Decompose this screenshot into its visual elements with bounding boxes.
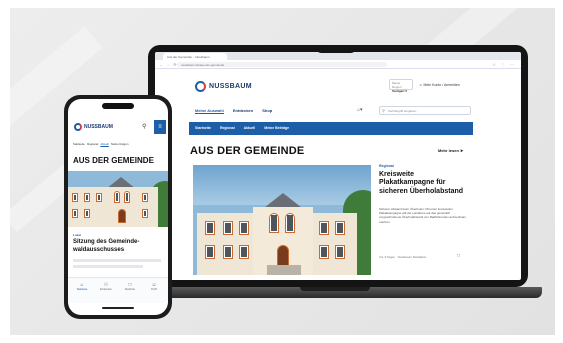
bottom-nav-label: Profil <box>151 288 157 291</box>
login-label: Mein Konto / Anmelden <box>423 83 460 87</box>
laptop-hinge <box>300 287 370 291</box>
logo-icon[interactable] <box>195 81 206 92</box>
discover-tab-icon[interactable]: ☉ Entdecken <box>98 282 114 291</box>
phone-logo[interactable]: NUSSBAUM <box>84 124 113 130</box>
phone-article-title[interactable]: Sitzung des Gemeinde-waldausschusses <box>73 239 161 254</box>
phone-dynamic-island <box>102 103 134 109</box>
phone-nav-aktuell[interactable]: Aktuell <box>100 142 108 146</box>
profile-tab-icon[interactable]: ☺ Profil <box>146 282 162 291</box>
site-logo[interactable]: NUSSBAUM <box>209 83 252 90</box>
arrow-right-icon: ➤ <box>460 148 464 153</box>
more-link[interactable]: Mehr lesen ➤ <box>438 148 463 153</box>
category-startseite[interactable]: Startseite <box>195 126 211 130</box>
browser-tabbar: Aus der Gemeinde – Nussbaum <box>155 52 521 60</box>
home-tab-icon[interactable]: ⌂ Startseite <box>74 282 90 291</box>
phone-nav-regional[interactable]: Regional <box>87 142 98 146</box>
region-selector[interactable]: Meine Region Stuttgart ▾ <box>389 79 413 93</box>
phone-screen: NUSSBAUM ⚲ ≡ Startseite Regional Aktuell… <box>68 99 168 315</box>
home-icon[interactable]: ⌂▾ <box>357 107 363 113</box>
menu-icon[interactable]: ≡ <box>154 120 166 134</box>
tab-meine-auswahl[interactable]: Meine Auswahl <box>195 108 224 114</box>
login-link[interactable]: ☺ Mein Konto / Anmelden <box>419 83 460 87</box>
phone-nav-meine-region[interactable]: Meine Region <box>111 142 128 146</box>
bookmark-icon[interactable]: □ <box>457 253 460 259</box>
article-kicker: Regional <box>379 164 394 168</box>
phone-text-line <box>73 265 143 268</box>
article-teaser: Sicherer Abstand beim Überholen: Mit ein… <box>379 207 467 224</box>
phone-article-image[interactable] <box>68 171 168 227</box>
bottom-nav-label: Entdecken <box>100 288 112 291</box>
bookmark-tab-icon[interactable]: □ Merkliste <box>122 282 138 291</box>
category-bar: Startseite Regional Aktuell Meine Beiträ… <box>189 122 473 135</box>
browser-tab[interactable]: Aus der Gemeinde – Nussbaum <box>163 53 227 60</box>
section-title: AUS DER GEMEINDE <box>190 145 305 157</box>
article-meta: Vor 3 Tagen · Nussbaum Redaktion <box>379 255 427 259</box>
phone-section-title: AUS DER GEMEINDE <box>73 156 154 165</box>
region-label: Meine Region <box>392 81 402 89</box>
home-indicator <box>102 307 134 309</box>
browser-toolbar: ← → ⟳ ⌂ nussbaum.de/aus-der-gemeinde ☆ ⋮… <box>155 60 521 69</box>
tab-entdecken[interactable]: Entdecken <box>233 108 253 113</box>
search-placeholder: Suchbegriff eingeben <box>388 109 417 113</box>
main-tabs: Meine Auswahl Entdecken Shop <box>195 108 280 114</box>
search-icon: ⚲ <box>382 108 385 113</box>
address-bar[interactable]: nussbaum.de/aus-der-gemeinde <box>177 62 387 67</box>
laptop-screen: Aus der Gemeinde – Nussbaum ← → ⟳ ⌂ nuss… <box>155 52 521 280</box>
phone-search-icon[interactable]: ⚲ <box>142 123 146 130</box>
phone-nav: Startseite Regional Aktuell Meine Region <box>73 142 128 146</box>
more-label: Mehr lesen <box>438 148 459 153</box>
article-title[interactable]: Kreisweite Plakatkampagne für sicheren Ü… <box>379 171 471 196</box>
category-aktuell[interactable]: Aktuell <box>244 126 256 130</box>
browser-tool-icons[interactable]: ☆ ⋮ ⋯ <box>492 62 516 67</box>
phone-logo-icon[interactable] <box>74 123 82 131</box>
search-input[interactable]: ⚲ Suchbegriff eingeben <box>379 106 471 115</box>
phone-bottom-nav: ⌂ Startseite ☉ Entdecken □ Merkliste ☺ Profi… <box>68 277 168 303</box>
category-meine-beitraege[interactable]: Meine Beiträge <box>264 126 289 130</box>
region-value: Stuttgart ▾ <box>392 89 407 93</box>
phone-article-kicker: Lokal <box>73 233 81 237</box>
phone-nav-startseite[interactable]: Startseite <box>73 142 85 146</box>
article-hero-image[interactable] <box>193 165 371 275</box>
bottom-nav-label: Startseite <box>76 288 88 291</box>
phone-text-line <box>73 259 161 262</box>
laptop-notch <box>316 45 356 53</box>
tab-shop[interactable]: Shop <box>262 108 272 113</box>
category-regional[interactable]: Regional <box>220 126 235 130</box>
bottom-nav-label: Merkliste <box>124 288 135 291</box>
